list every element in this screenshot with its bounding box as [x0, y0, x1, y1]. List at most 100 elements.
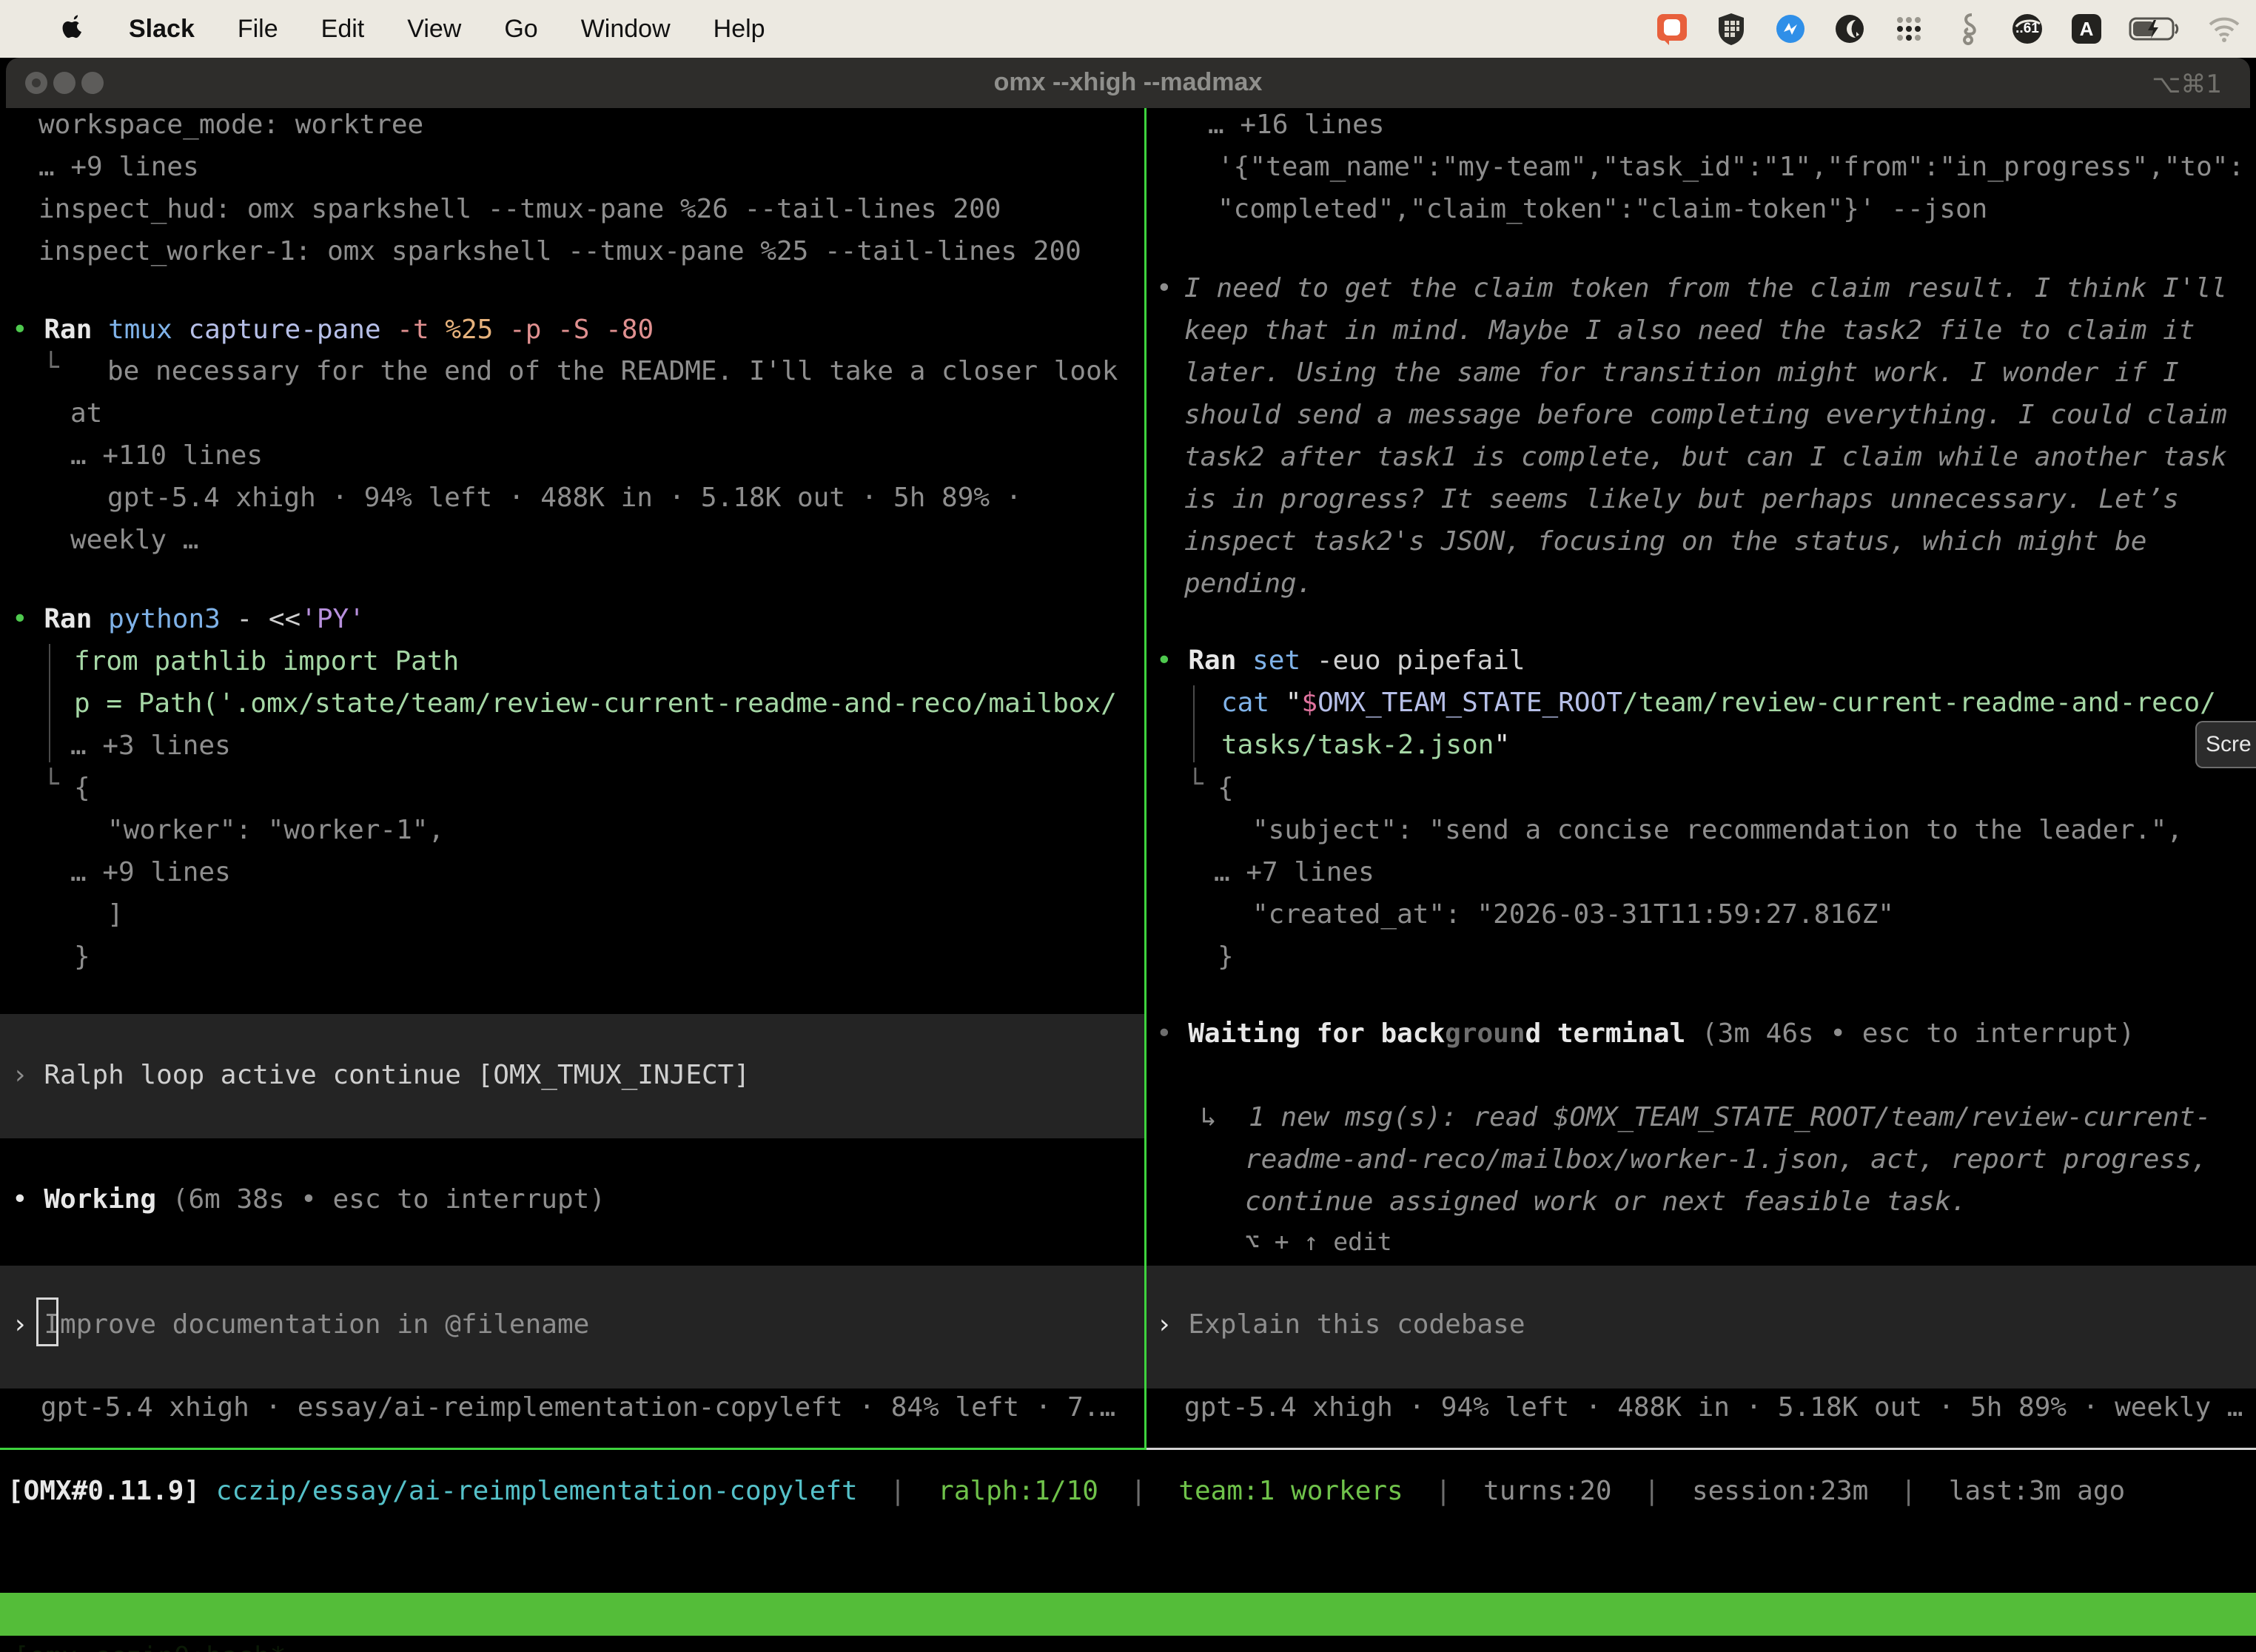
- bullet-icon: •: [1156, 267, 1172, 309]
- window-title-bar: omx --xhigh --madmax ⌥⌘1: [6, 58, 2250, 108]
- omx-team: team:1 workers: [1178, 1476, 1403, 1506]
- mailbox-message: readme-and-reco/mailbox/worker-1.json, a…: [1245, 1138, 2207, 1181]
- wifi-icon[interactable]: [2207, 12, 2241, 46]
- menu-item-window[interactable]: Window: [581, 15, 671, 44]
- prompt-placeholder: Explain this codebase: [1188, 1309, 1525, 1340]
- ran-set-command: • Ran set -euo pipefail: [1156, 639, 1525, 682]
- output-connector-line: [49, 644, 50, 762]
- tmux-status-bar: [omx-cczip0:bash* "MacBook-Pro-44.local"…: [0, 1593, 2256, 1636]
- thinking-line: is in progress? It seems likely but perh…: [1184, 478, 2179, 520]
- prompt-placeholder: Improve documentation in @filename: [44, 1309, 589, 1340]
- battery-icon[interactable]: [2129, 12, 2182, 46]
- terminal-line: "subject": "send a concise recommendatio…: [1252, 809, 2183, 851]
- right-prompt-input[interactable]: › Explain this codebase: [1156, 1303, 1525, 1346]
- terminal-line: {: [1218, 767, 1234, 809]
- terminal-line: weekly …: [70, 519, 198, 561]
- code-line: from pathlib import Path: [74, 640, 459, 682]
- left-pane-border: [0, 1448, 1147, 1450]
- ralph-loop-status: › Ralph loop active continue [OMX_TMUX_I…: [12, 1054, 750, 1096]
- bullet-icon: •: [1156, 1018, 1172, 1049]
- terminal-line: }: [74, 936, 90, 978]
- cat-command-line2: tasks/task-2.json": [1221, 724, 1510, 766]
- terminal-line: … +9 lines: [38, 146, 199, 188]
- thinking-line: inspect task2's JSON, focusing on the st…: [1184, 520, 2146, 563]
- input-source-icon[interactable]: A: [2069, 12, 2104, 46]
- code-line: p = Path('.omx/state/team/review-current…: [74, 682, 1117, 725]
- menu-bar: Slack File Edit View Go Window Help ..61: [0, 0, 2256, 58]
- omx-version: [OMX#0.11.9]: [7, 1476, 200, 1506]
- right-session-status: gpt-5.4 xhigh · 94% left · 488K in · 5.1…: [1184, 1386, 2243, 1428]
- ran-python-command: • Ran python3 - <<'PY': [12, 598, 365, 640]
- terminal-line: … +9 lines: [70, 851, 231, 893]
- left-prompt-input[interactable]: › Improve documentation in @filename: [12, 1303, 589, 1346]
- text-cursor: [36, 1297, 58, 1346]
- dots-grid-icon[interactable]: [1892, 12, 1926, 46]
- output-corner: └: [43, 763, 59, 805]
- right-pane-border: [1147, 1448, 2256, 1450]
- omx-last: last:3m ago: [1949, 1476, 2125, 1506]
- prompt-chevron-icon: ›: [1156, 1309, 1172, 1340]
- shield-grid-icon[interactable]: [1714, 12, 1748, 46]
- left-session-status: gpt-5.4 xhigh · essay/ai-reimplementatio…: [41, 1386, 1115, 1428]
- terminal-line: '{"team_name":"my-team","task_id":"1","f…: [1218, 146, 2244, 188]
- terminal-line: … +110 lines: [70, 434, 263, 477]
- thinking-line: keep that in mind. Maybe I also need the…: [1184, 309, 2195, 352]
- thinking-line: task2 after task1 is complete, but can I…: [1184, 436, 2227, 478]
- badge-61-icon[interactable]: ..61: [2010, 12, 2044, 46]
- terminal-line: inspect_worker-1: omx sparkshell --tmux-…: [38, 230, 1081, 272]
- input-source-letter: A: [2080, 18, 2094, 41]
- terminal-line: "completed","claim_token":"claim-token"}…: [1218, 188, 1987, 230]
- edit-hint: ⌥ + ↑ edit: [1245, 1220, 1392, 1263]
- thinking-line: pending.: [1184, 563, 1312, 605]
- terminal-line: ]: [107, 893, 124, 936]
- screen-tooltip: Scre: [2195, 721, 2256, 768]
- bullet-icon: •: [12, 604, 28, 634]
- terminal-line: gpt-5.4 xhigh · 94% left · 488K in · 5.1…: [107, 477, 1021, 519]
- thinking-line: should send a message before completing …: [1184, 394, 2227, 436]
- window-title: omx --xhigh --madmax: [6, 68, 2250, 97]
- bullet-icon: •: [12, 315, 28, 345]
- terminal-line: … +7 lines: [1214, 851, 1374, 893]
- squiggle-icon[interactable]: [1951, 12, 1985, 46]
- prompt-chevron-icon: ›: [12, 1309, 28, 1340]
- chevron-icon: ›: [12, 1060, 28, 1090]
- thinking-line: later. Using the same for transition mig…: [1184, 352, 2179, 394]
- menu-item-help[interactable]: Help: [714, 15, 765, 44]
- omx-session: session:23m: [1692, 1476, 1868, 1506]
- omx-status-line: [OMX#0.11.9] cczip/essay/ai-reimplementa…: [7, 1470, 2125, 1512]
- menu-item-view[interactable]: View: [407, 15, 461, 44]
- terminal: workspace_mode: worktree … +9 lines insp…: [0, 108, 2256, 1448]
- ran-tmux-command: • Ran tmux capture-pane -t %25 -p -S -80: [12, 309, 654, 351]
- terminal-line: }: [1218, 936, 1234, 978]
- arrow-icon: ↳: [1201, 1102, 1217, 1132]
- terminal-line: at: [70, 392, 102, 434]
- working-status: • Working (6m 38s • esc to interrupt): [12, 1178, 605, 1220]
- mailbox-message: continue assigned work or next feasible …: [1245, 1181, 1967, 1223]
- omx-turns: turns:20: [1483, 1476, 1611, 1506]
- waiting-status: • Waiting for background terminal (3m 46…: [1156, 1013, 2135, 1055]
- terminal-line: be necessary for the end of the README. …: [107, 350, 1118, 392]
- menu-app-name[interactable]: Slack: [129, 15, 195, 44]
- thinking-line: I need to get the claim token from the c…: [1184, 267, 2227, 309]
- terminal-line: {: [74, 767, 90, 809]
- chat-app-icon[interactable]: [1655, 12, 1689, 46]
- bullet-icon: •: [1156, 645, 1172, 676]
- terminal-line: … +16 lines: [1208, 104, 1384, 146]
- tmux-session-name: [omx-cczip0:bash*: [13, 1636, 286, 1652]
- terminal-line: workspace_mode: worktree: [38, 104, 423, 146]
- badge-61-text: ..61: [2015, 21, 2039, 37]
- terminal-line: … +3 lines: [70, 725, 231, 767]
- terminal-line: inspect_hud: omx sparkshell --tmux-pane …: [38, 188, 1001, 230]
- menu-item-file[interactable]: File: [238, 15, 278, 44]
- blue-badge-icon[interactable]: [1773, 12, 1807, 46]
- cat-command-line: cat "$OMX_TEAM_STATE_ROOT/team/review-cu…: [1221, 682, 2216, 724]
- mailbox-message: ↳ 1 new msg(s): read $OMX_TEAM_STATE_ROO…: [1201, 1096, 2211, 1138]
- tmux-pane-divider[interactable]: [1144, 108, 1147, 1449]
- output-corner: └: [43, 346, 59, 389]
- crescent-icon[interactable]: [1833, 12, 1867, 46]
- omx-ralph: ralph:1/10: [938, 1476, 1098, 1506]
- menu-item-edit[interactable]: Edit: [321, 15, 365, 44]
- menu-item-go[interactable]: Go: [504, 15, 537, 44]
- apple-menu-icon[interactable]: [61, 14, 87, 44]
- output-connector-line: [1193, 685, 1195, 762]
